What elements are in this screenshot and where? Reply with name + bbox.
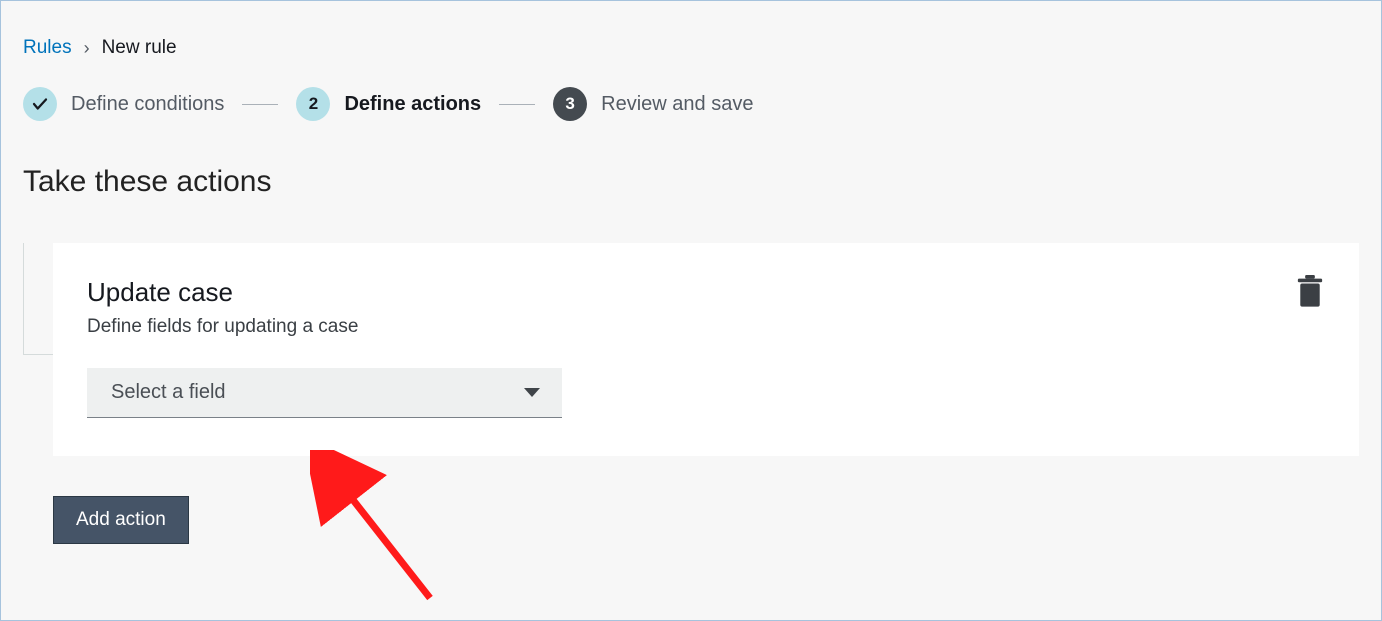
card-connector	[23, 243, 53, 355]
step-label: Define conditions	[71, 93, 224, 116]
annotation-arrow-icon	[310, 450, 450, 610]
field-select-dropdown[interactable]: Select a field	[87, 368, 562, 418]
step-number-icon: 3	[553, 87, 587, 121]
section-title: Take these actions	[23, 165, 1359, 199]
delete-action-button[interactable]	[1295, 275, 1325, 314]
action-card-update-case: Update case Define fields for updating a…	[53, 243, 1359, 456]
step-indicator: Define conditions 2 Define actions 3 Rev…	[23, 87, 1359, 121]
add-action-button[interactable]: Add action	[53, 496, 189, 544]
breadcrumb: Rules › New rule	[23, 37, 1359, 59]
breadcrumb-current: New rule	[102, 37, 177, 59]
step-number-icon: 2	[296, 87, 330, 121]
step-define-actions[interactable]: 2 Define actions	[296, 87, 481, 121]
caret-down-icon	[524, 388, 540, 397]
select-placeholder: Select a field	[111, 381, 226, 404]
action-card-title: Update case	[87, 277, 1325, 308]
step-label: Review and save	[601, 93, 753, 116]
action-card-subtitle: Define fields for updating a case	[87, 316, 1325, 338]
breadcrumb-rules-link[interactable]: Rules	[23, 37, 72, 59]
step-divider	[499, 104, 535, 105]
step-divider	[242, 104, 278, 105]
step-review-save[interactable]: 3 Review and save	[553, 87, 753, 121]
step-label: Define actions	[344, 93, 481, 116]
check-icon	[23, 87, 57, 121]
step-define-conditions[interactable]: Define conditions	[23, 87, 224, 121]
trash-icon	[1295, 275, 1325, 309]
chevron-right-icon: ›	[84, 38, 90, 59]
